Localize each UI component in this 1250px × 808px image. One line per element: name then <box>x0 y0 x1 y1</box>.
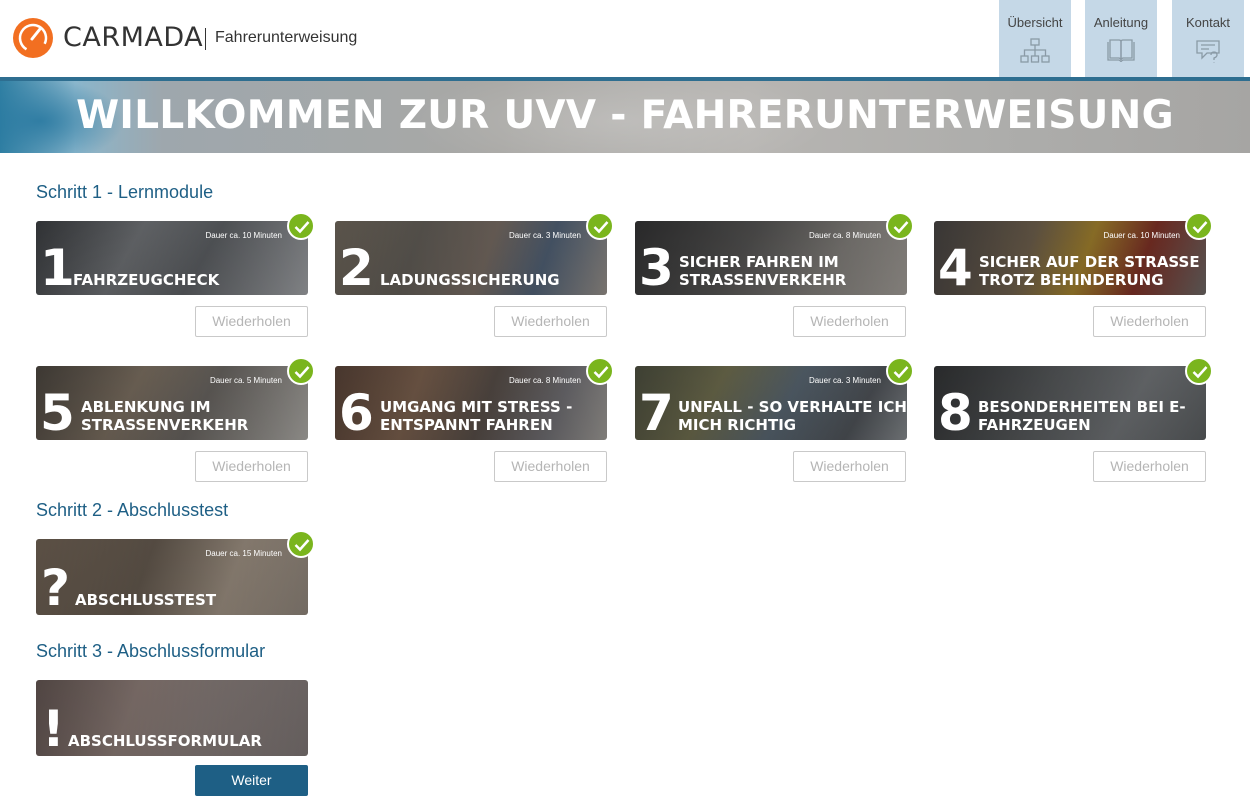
module-title: UMGANG MIT STRESS - ENTSPANNT FAHREN <box>380 398 572 434</box>
module-duration: Dauer ca. 8 Minuten <box>808 231 881 240</box>
repeat-button-module-7[interactable]: Wiederholen <box>793 451 906 482</box>
completed-check-icon <box>886 357 914 385</box>
module-title-line1: BESONDERHEITEN BEI E- <box>978 398 1186 416</box>
hero-banner: WILLKOMMEN ZUR UVV - FAHRERUNTERWEISUNG <box>0 81 1250 153</box>
module-card-2[interactable]: Dauer ca. 3 Minuten 2 LADUNGSSICHERUNG <box>335 221 607 295</box>
step2-title: Schritt 2 - Abschlusstest <box>36 500 229 520</box>
repeat-button-module-2[interactable]: Wiederholen <box>494 306 607 337</box>
repeat-button-module-8[interactable]: Wiederholen <box>1093 451 1206 482</box>
module-title-line2: FAHRZEUGEN <box>978 416 1091 434</box>
module-title-line2: STRASSENVERKEHR <box>81 416 249 434</box>
module-duration: Dauer ca. 3 Minuten <box>508 231 581 240</box>
module-title-line1: SICHER FAHREN IM <box>679 253 839 271</box>
completed-check-icon <box>1185 357 1213 385</box>
module-card-6[interactable]: Dauer ca. 8 Minuten 6 UMGANG MIT STRESS … <box>335 366 607 440</box>
carmada-logo-icon <box>13 18 53 58</box>
brand-divider <box>205 28 206 50</box>
module-number: 7 <box>639 384 674 440</box>
nav-uebersicht-label: Übersicht <box>1007 15 1063 30</box>
step1-title: Schritt 1 - Lernmodule <box>36 182 214 202</box>
test-duration: Dauer ca. 15 Minuten <box>205 549 283 558</box>
nav-kontakt-button[interactable]: Kontakt <box>1172 0 1244 77</box>
repeat-button-module-5[interactable]: Wiederholen <box>195 451 308 482</box>
repeat-button-module-1[interactable]: Wiederholen <box>195 306 308 337</box>
chat-question-icon <box>1196 40 1220 63</box>
module-title-line1: UMGANG MIT STRESS - <box>380 398 573 416</box>
module-number: 8 <box>938 384 973 440</box>
module-duration: Dauer ca. 10 Minuten <box>1103 231 1181 240</box>
final-form-card[interactable]: ! ABSCHLUSSFORMULAR <box>36 680 308 756</box>
module-title-line1: FAHRZEUGCHECK <box>73 271 220 289</box>
completed-check-icon <box>287 357 315 385</box>
module-number: 5 <box>40 384 75 440</box>
module-title-line2: STRASSENVERKEHR <box>679 271 847 289</box>
nav-kontakt-label: Kontakt <box>1185 15 1231 30</box>
exclamation-icon: ! <box>42 700 65 756</box>
module-number: 6 <box>339 384 374 440</box>
nav-anleitung-label: Anleitung <box>1093 15 1149 30</box>
module-title: ABLENKUNG IM STRASSENVERKEHR <box>81 398 248 434</box>
continue-button[interactable]: Weiter <box>195 765 308 796</box>
module-card-8[interactable]: 8 BESONDERHEITEN BEI E- FAHRZEUGEN <box>934 366 1206 440</box>
module-duration: Dauer ca. 10 Minuten <box>205 231 283 240</box>
module-title: UNFALL - SO VERHALTE ICH MICH RICHTIG <box>678 398 907 434</box>
nav-anleitung-button[interactable]: Anleitung <box>1085 0 1157 77</box>
question-mark-icon: ? <box>41 559 71 615</box>
module-title-line1: SICHER AUF DER STRASSE <box>979 253 1200 271</box>
module-number: 1 <box>40 239 75 295</box>
completed-check-icon <box>886 212 914 240</box>
final-test-title: ABSCHLUSSTEST <box>75 591 217 609</box>
completed-check-icon <box>1185 212 1213 240</box>
brand-name: CARMADA <box>63 22 204 53</box>
step3-title: Schritt 3 - Abschlussformular <box>36 641 266 661</box>
repeat-button-module-3[interactable]: Wiederholen <box>793 306 906 337</box>
header: CARMADA Fahrerunterweisung Übersicht Anl… <box>0 0 1250 77</box>
module-card-3[interactable]: Dauer ca. 8 Minuten 3 SICHER FAHREN IM S… <box>635 221 907 295</box>
module-card-4[interactable]: Dauer ca. 10 Minuten 4 SICHER AUF DER ST… <box>934 221 1206 295</box>
module-title: FAHRZEUGCHECK <box>73 271 219 289</box>
final-test-card[interactable]: Dauer ca. 15 Minuten ? ABSCHLUSSTEST <box>36 539 308 615</box>
module-title-line1: UNFALL - SO VERHALTE ICH <box>678 398 907 416</box>
module-title-line2: TROTZ BEHINDERUNG <box>979 271 1164 289</box>
completed-check-icon <box>586 357 614 385</box>
sitemap-icon <box>1020 38 1050 63</box>
module-title-line1: ABLENKUNG IM <box>81 398 211 416</box>
module-title: SICHER FAHREN IM STRASSENVERKEHR <box>679 253 846 289</box>
book-icon <box>1107 39 1135 63</box>
repeat-button-module-4[interactable]: Wiederholen <box>1093 306 1206 337</box>
module-title-line2: ENTSPANNT FAHREN <box>380 416 553 434</box>
module-card-5[interactable]: Dauer ca. 5 Minuten 5 ABLENKUNG IM STRAS… <box>36 366 308 440</box>
page-title: WILLKOMMEN ZUR UVV - FAHRERUNTERWEISUNG <box>76 93 1174 138</box>
module-duration: Dauer ca. 3 Minuten <box>808 376 881 385</box>
module-title-line1: LADUNGSSICHERUNG <box>380 271 560 289</box>
module-number: 2 <box>339 239 374 295</box>
module-duration: Dauer ca. 5 Minuten <box>209 376 282 385</box>
completed-check-icon <box>287 530 315 558</box>
module-number: 3 <box>639 239 674 295</box>
module-card-7[interactable]: Dauer ca. 3 Minuten 7 UNFALL - SO VERHAL… <box>635 366 907 440</box>
completed-check-icon <box>287 212 315 240</box>
module-title: BESONDERHEITEN BEI E- FAHRZEUGEN <box>978 398 1186 434</box>
module-number: 4 <box>938 239 973 295</box>
module-title-line2: MICH RICHTIG <box>678 416 797 434</box>
repeat-button-module-6[interactable]: Wiederholen <box>494 451 607 482</box>
module-title: SICHER AUF DER STRASSE TROTZ BEHINDERUNG <box>979 253 1200 289</box>
brand-subtitle: Fahrerunterweisung <box>215 29 358 46</box>
nav-uebersicht-button[interactable]: Übersicht <box>999 0 1071 77</box>
module-title: LADUNGSSICHERUNG <box>380 271 560 289</box>
final-form-title: ABSCHLUSSFORMULAR <box>68 732 262 750</box>
completed-check-icon <box>586 212 614 240</box>
module-card-1[interactable]: Dauer ca. 10 Minuten 1 FAHRZEUGCHECK <box>36 221 308 295</box>
module-duration: Dauer ca. 8 Minuten <box>508 376 581 385</box>
